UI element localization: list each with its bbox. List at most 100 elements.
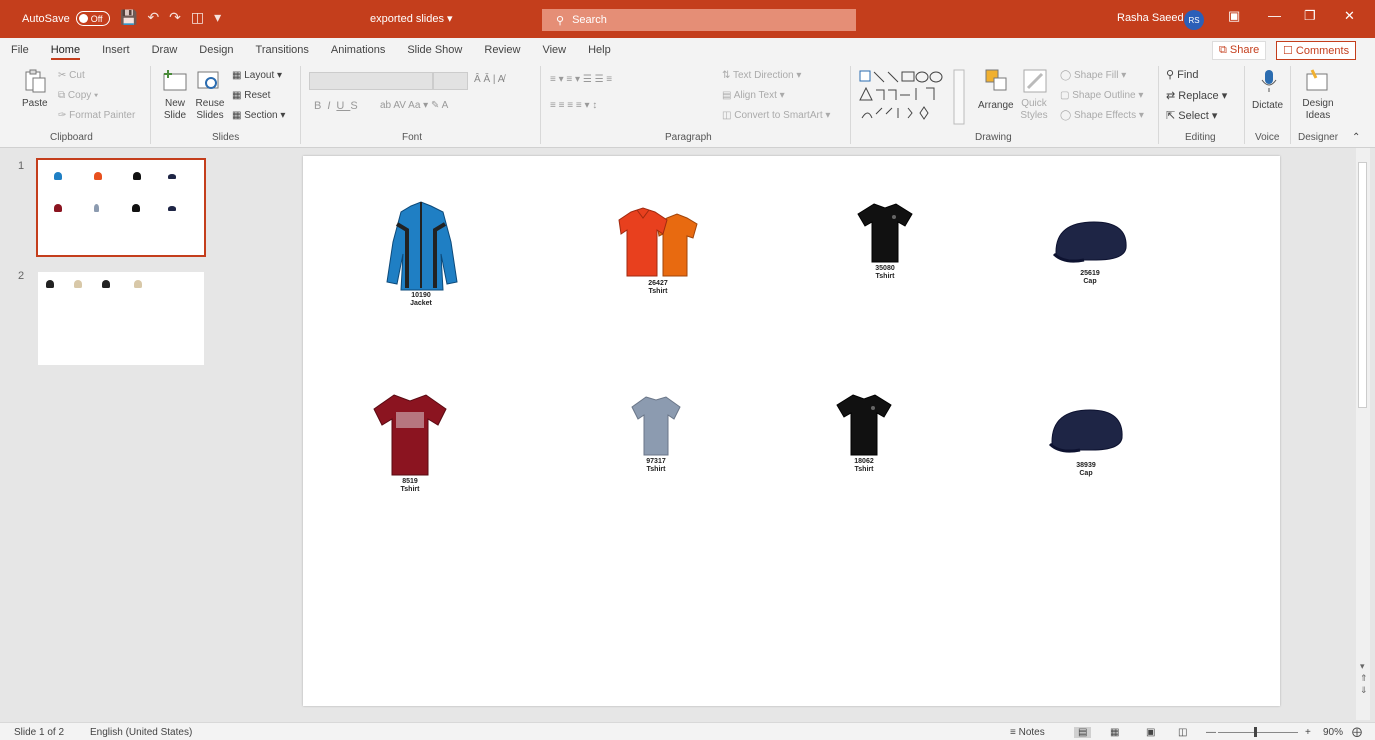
share-label: Share <box>1229 44 1260 56</box>
font-name-input[interactable] <box>309 72 433 90</box>
shape-effects-button[interactable]: ◯ Shape Effects ▾ <box>1060 110 1144 121</box>
document-title[interactable]: exported slides ▾ <box>370 12 453 25</box>
slide-sorter-icon[interactable]: ▦ <box>1110 727 1119 738</box>
copy-button[interactable]: ⧉ Copy ▾ <box>58 90 98 101</box>
reset-button[interactable]: ▦ Reset <box>232 90 270 101</box>
tshirt-icon <box>836 394 892 456</box>
format-painter-label: Format Painter <box>69 110 136 121</box>
user-name[interactable]: Rasha Saeed <box>1117 12 1184 24</box>
cut-label: Cut <box>69 70 85 81</box>
zoom-slider-thumb[interactable] <box>1254 727 1257 737</box>
cut-button[interactable]: ✂ Cut <box>58 70 85 81</box>
search-box[interactable]: ⚲ Search <box>542 9 856 31</box>
design-ideas-button[interactable]: Design Ideas <box>1300 98 1336 122</box>
search-placeholder: Search <box>572 14 607 26</box>
ribbon-display-options-icon[interactable]: ▣ <box>1228 8 1240 24</box>
tab-insert[interactable]: Insert <box>91 38 141 62</box>
microphone-icon[interactable] <box>1256 68 1282 94</box>
dictate-button[interactable]: Dictate <box>1252 100 1283 111</box>
minimize-icon[interactable]: — <box>1268 8 1281 23</box>
tab-file[interactable]: File <box>0 38 40 62</box>
format-painter-button[interactable]: ✑ Format Painter <box>58 110 135 121</box>
save-icon[interactable]: 💾 <box>120 9 137 26</box>
new-slide-icon[interactable] <box>162 68 188 94</box>
align-buttons[interactable]: ≡ ≡ ≡ ≡ ▾ ↕ <box>550 100 597 111</box>
product-item[interactable]: 35080 Tshirt <box>840 201 930 281</box>
autosave-toggle[interactable]: Off <box>75 11 110 26</box>
paste-icon[interactable] <box>22 68 48 94</box>
arrange-button[interactable]: Arrange <box>978 100 1014 111</box>
notes-button[interactable]: ≡ Notes <box>1010 727 1045 738</box>
zoom-level[interactable]: 90% <box>1323 727 1343 738</box>
slide-thumbnail-2[interactable] <box>38 272 204 365</box>
tab-slide-show[interactable]: Slide Show <box>396 38 473 62</box>
slide-canvas[interactable]: 10190 Jacket 26427 Tshirt 35080 Tshirt 2… <box>303 156 1280 706</box>
slide-thumbnail-1[interactable] <box>36 158 206 257</box>
new-slide-button[interactable]: New Slide <box>162 98 188 122</box>
convert-smartart-button[interactable]: ◫ Convert to SmartArt ▾ <box>722 110 830 121</box>
section-button[interactable]: ▦ Section ▾ <box>232 110 285 121</box>
shape-fill-button[interactable]: ◯ Shape Fill ▾ <box>1060 70 1126 81</box>
avatar[interactable]: RS <box>1184 10 1204 30</box>
zoom-in-icon[interactable]: + <box>1305 727 1311 738</box>
tab-help[interactable]: Help <box>577 38 622 62</box>
product-item[interactable]: 97317 Tshirt <box>611 394 701 474</box>
restore-icon[interactable]: ❐ <box>1304 8 1316 24</box>
close-icon[interactable]: ✕ <box>1344 8 1355 24</box>
customize-toolbar-icon[interactable]: ▾ <box>214 9 221 26</box>
tab-design[interactable]: Design <box>188 38 244 62</box>
shapes-gallery[interactable] <box>858 68 970 126</box>
align-text-button[interactable]: ▤ Align Text ▾ <box>722 90 785 101</box>
design-ideas-icon[interactable] <box>1304 68 1330 94</box>
product-item[interactable]: 25619 Cap <box>1045 214 1135 286</box>
collapse-ribbon-icon[interactable]: ⌃ <box>1352 132 1360 143</box>
thumb-cap <box>168 174 176 179</box>
autosave-control[interactable]: AutoSave Off <box>22 11 110 26</box>
tab-home[interactable]: Home <box>40 38 91 62</box>
paste-button[interactable]: Paste <box>22 98 48 109</box>
start-from-beginning-icon[interactable]: ◫ <box>191 9 204 26</box>
reading-view-icon[interactable]: ▣ <box>1146 727 1155 738</box>
product-item[interactable]: 26427 Tshirt <box>613 204 703 296</box>
reuse-slides-icon[interactable] <box>196 68 222 94</box>
tab-animations[interactable]: Animations <box>320 38 396 62</box>
normal-view-icon[interactable]: ▤ <box>1074 727 1092 738</box>
language-indicator[interactable]: English (United States) <box>90 727 192 738</box>
comments-button[interactable]: ☐ Comments <box>1276 41 1357 60</box>
fit-to-window-icon[interactable]: ⨁ <box>1352 727 1362 738</box>
redo-icon[interactable]: ↷ <box>169 9 181 26</box>
share-button[interactable]: ⧉ Share <box>1212 41 1267 60</box>
replace-button[interactable]: ⇄ Replace ▾ <box>1166 89 1227 102</box>
product-id: 38939 <box>1076 462 1096 469</box>
reuse-slides-button[interactable]: Reuse Slides <box>195 98 225 122</box>
product-item[interactable]: 18062 Tshirt <box>819 392 909 474</box>
font-format-buttons[interactable]: BIUS <box>314 100 364 112</box>
font-size-input[interactable] <box>433 72 468 90</box>
find-button[interactable]: ⚲ Find <box>1166 68 1199 81</box>
arrange-icon[interactable] <box>984 68 1010 94</box>
font-size-buttons[interactable]: Â Ǎ | A̸ <box>474 74 504 85</box>
select-button[interactable]: ⇱ Select ▾ <box>1166 109 1217 122</box>
zoom-slider[interactable] <box>1218 732 1298 733</box>
product-item[interactable]: 8519 Tshirt <box>365 392 455 494</box>
tab-review[interactable]: Review <box>473 38 531 62</box>
scroll-nav-icons[interactable]: ▾ ⇑ ⇓ <box>1360 660 1368 696</box>
list-buttons[interactable]: ≡ ▾ ≡ ▾ ☰ ☰ ≡ <box>550 74 612 85</box>
quick-styles-icon[interactable] <box>1022 68 1048 94</box>
tab-draw[interactable]: Draw <box>141 38 189 62</box>
zoom-out-icon[interactable]: — <box>1206 727 1216 738</box>
quick-styles-button[interactable]: Quick Styles <box>1016 98 1052 122</box>
product-item[interactable]: 38939 Cap <box>1041 402 1131 478</box>
shape-outline-button[interactable]: ▢ Shape Outline ▾ <box>1060 90 1143 101</box>
text-direction-button[interactable]: ⇅ Text Direction ▾ <box>722 70 801 81</box>
slideshow-icon[interactable]: ◫ <box>1178 727 1187 738</box>
tab-transitions[interactable]: Transitions <box>245 38 320 62</box>
font-extra-buttons[interactable]: ab AV Aa ▾ ✎ A <box>380 100 448 111</box>
layout-button[interactable]: ▦ Layout ▾ <box>232 70 282 81</box>
tab-view[interactable]: View <box>531 38 577 62</box>
product-id: 35080 <box>875 265 895 272</box>
scrollbar-thumb[interactable] <box>1358 162 1367 408</box>
document-title-text: exported slides <box>370 13 444 25</box>
product-item[interactable]: 10190 Jacket <box>376 200 466 308</box>
undo-icon[interactable]: ↶ <box>147 9 159 26</box>
